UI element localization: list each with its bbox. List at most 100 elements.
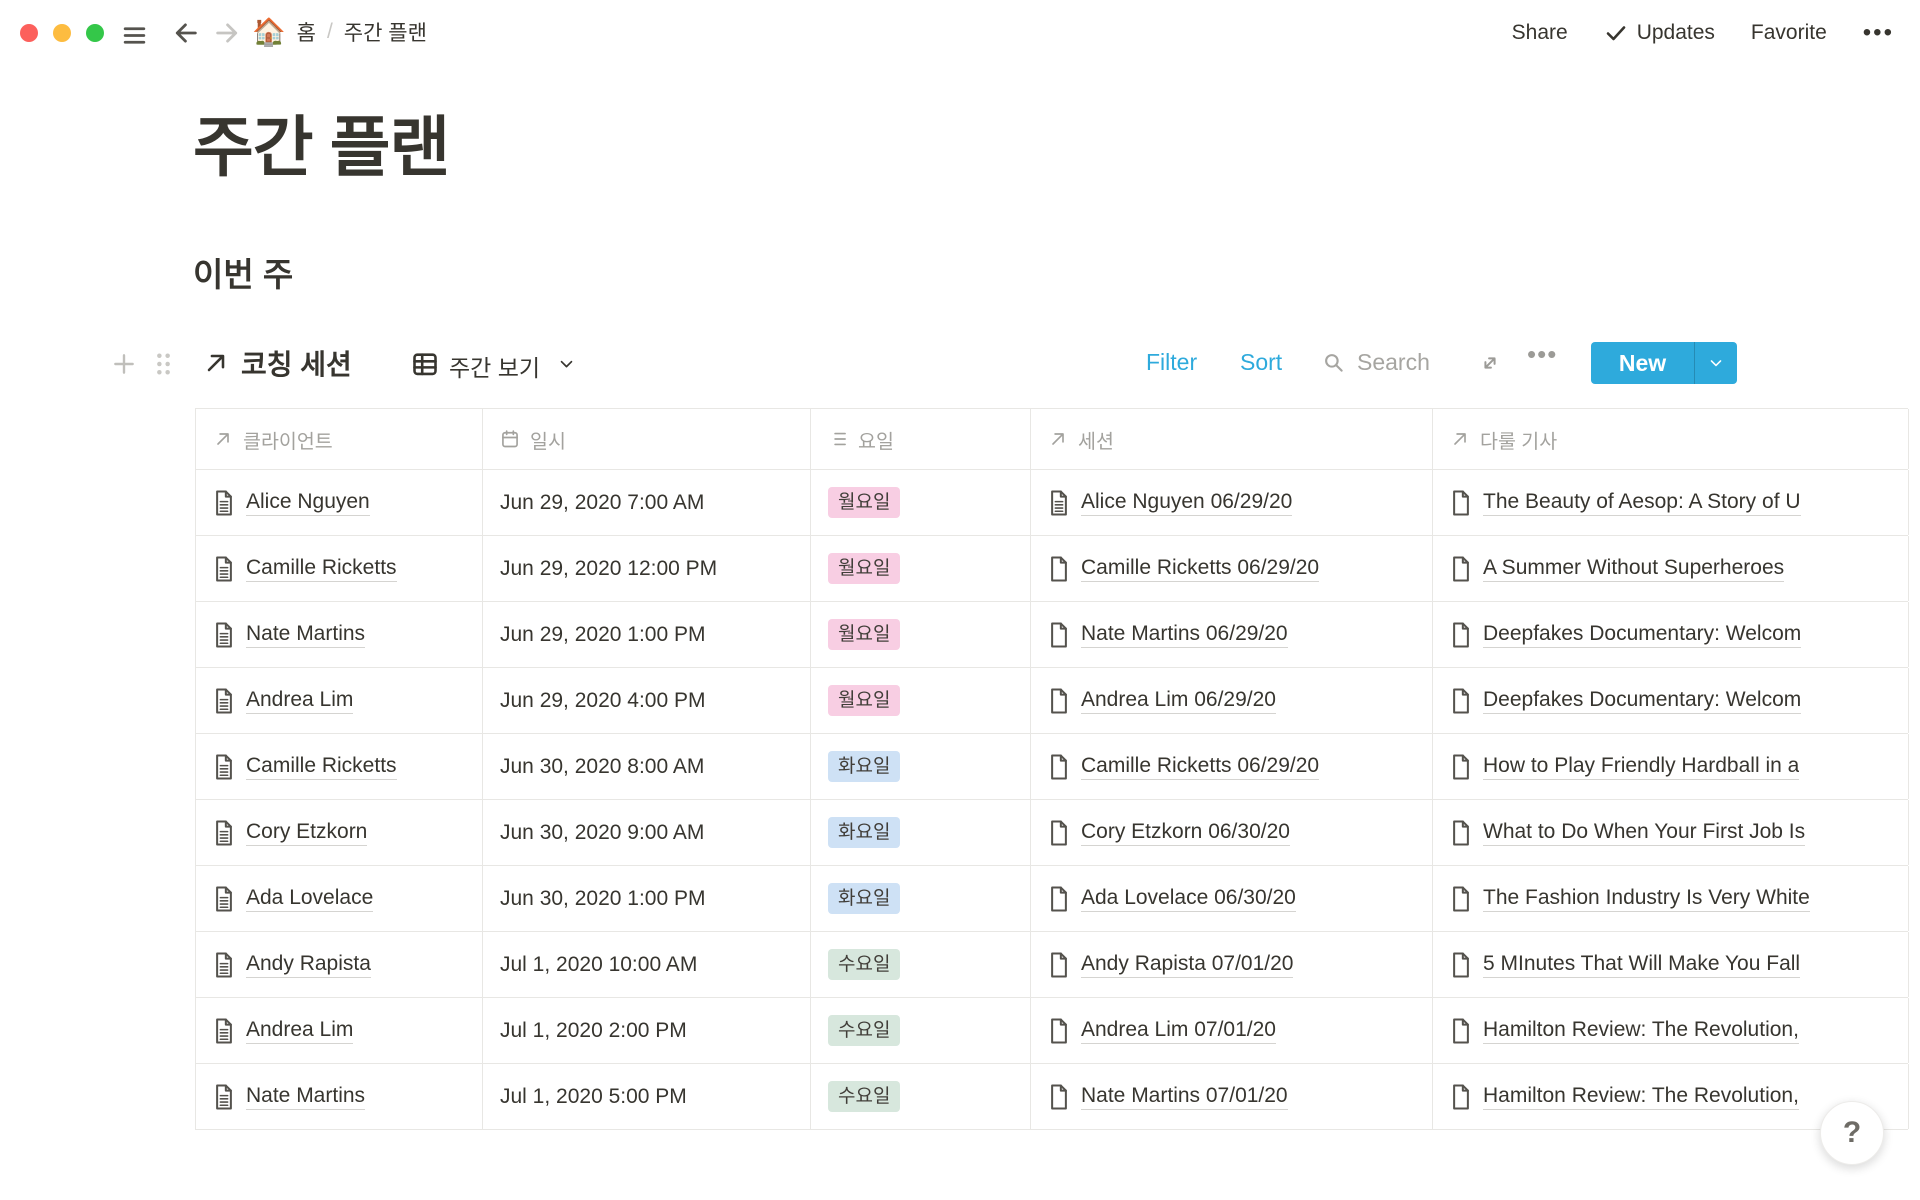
client-link[interactable]: Ada Lovelace [246,886,373,912]
day-cell[interactable]: 월요일 [811,602,1031,667]
view-selector[interactable]: 주간 보기 [449,349,540,383]
client-cell[interactable]: Andrea Lim [196,998,483,1063]
share-button[interactable]: Share [1512,21,1568,45]
article-link[interactable]: 5 MInutes That Will Make You Fall [1483,952,1800,978]
session-link[interactable]: Andrea Lim 06/29/20 [1081,688,1276,714]
day-cell[interactable]: 수요일 [811,998,1031,1063]
session-cell[interactable]: Nate Martins 06/29/20 [1031,602,1433,667]
article-link[interactable]: Hamilton Review: The Revolution, [1483,1084,1799,1110]
help-button[interactable]: ? [1820,1101,1884,1165]
collection-title[interactable]: 코칭 세션 [241,343,352,383]
client-link[interactable]: Cory Etzkorn [246,820,367,846]
traffic-light-close-button[interactable] [20,24,38,42]
forward-arrow-icon[interactable] [213,19,241,47]
sidebar-menu-icon[interactable] [121,23,148,48]
breadcrumb-home[interactable]: 홈 [297,17,316,47]
client-link[interactable]: Camille Ricketts [246,556,397,582]
client-cell[interactable]: Cory Etzkorn [196,800,483,865]
client-link[interactable]: Andrea Lim [246,1018,353,1044]
client-link[interactable]: Andy Rapista [246,952,371,978]
new-button[interactable]: New [1591,342,1737,384]
client-cell[interactable]: Nate Martins [196,1064,483,1129]
client-cell[interactable]: Camille Ricketts [196,536,483,601]
date-cell[interactable]: Jun 29, 2020 1:00 PM [483,602,811,667]
client-link[interactable]: Camille Ricketts [246,754,397,780]
session-cell[interactable]: Camille Ricketts 06/29/20 [1031,734,1433,799]
article-link[interactable]: The Fashion Industry Is Very White [1483,886,1810,912]
expand-icon[interactable] [1479,352,1501,374]
client-cell[interactable]: Andrea Lim [196,668,483,733]
day-cell[interactable]: 수요일 [811,1064,1031,1129]
column-header-article[interactable]: 다룰 기사 [1433,409,1909,469]
client-cell[interactable]: Ada Lovelace [196,866,483,931]
date-cell[interactable]: Jun 30, 2020 9:00 AM [483,800,811,865]
traffic-light-zoom-button[interactable] [86,24,104,42]
session-cell[interactable]: Andrea Lim 06/29/20 [1031,668,1433,733]
updates-button[interactable]: Updates [1604,21,1715,45]
article-link[interactable]: A Summer Without Superheroes [1483,556,1784,582]
day-cell[interactable]: 수요일 [811,932,1031,997]
new-button-dropdown[interactable] [1694,342,1737,384]
day-cell[interactable]: 화요일 [811,866,1031,931]
session-cell[interactable]: Andy Rapista 07/01/20 [1031,932,1433,997]
article-link[interactable]: Hamilton Review: The Revolution, [1483,1018,1799,1044]
client-link[interactable]: Nate Martins [246,1084,365,1110]
article-link[interactable]: Deepfakes Documentary: Welcom [1483,622,1801,648]
date-cell[interactable]: Jun 30, 2020 1:00 PM [483,866,811,931]
session-link[interactable]: Nate Martins 07/01/20 [1081,1084,1288,1110]
date-cell[interactable]: Jun 29, 2020 4:00 PM [483,668,811,733]
drag-handle-icon[interactable] [155,351,172,377]
date-cell[interactable]: Jun 30, 2020 8:00 AM [483,734,811,799]
session-link[interactable]: Cory Etzkorn 06/30/20 [1081,820,1290,846]
article-cell[interactable]: The Beauty of Aesop: A Story of U [1433,470,1909,535]
article-cell[interactable]: How to Play Friendly Hardball in a [1433,734,1909,799]
session-link[interactable]: Andrea Lim 07/01/20 [1081,1018,1276,1044]
client-cell[interactable]: Camille Ricketts [196,734,483,799]
session-link[interactable]: Camille Ricketts 06/29/20 [1081,754,1319,780]
column-header-client[interactable]: 클라이언트 [196,409,483,469]
date-cell[interactable]: Jun 29, 2020 12:00 PM [483,536,811,601]
date-cell[interactable]: Jul 1, 2020 10:00 AM [483,932,811,997]
session-link[interactable]: Andy Rapista 07/01/20 [1081,952,1293,978]
sort-button[interactable]: Sort [1240,349,1282,376]
session-cell[interactable]: Alice Nguyen 06/29/20 [1031,470,1433,535]
article-link[interactable]: How to Play Friendly Hardball in a [1483,754,1799,780]
date-cell[interactable]: Jun 29, 2020 7:00 AM [483,470,811,535]
session-link[interactable]: Alice Nguyen 06/29/20 [1081,490,1292,516]
article-link[interactable]: Deepfakes Documentary: Welcom [1483,688,1801,714]
article-link[interactable]: The Beauty of Aesop: A Story of U [1483,490,1801,516]
session-cell[interactable]: Camille Ricketts 06/29/20 [1031,536,1433,601]
add-block-plus-icon[interactable] [111,351,137,377]
session-link[interactable]: Ada Lovelace 06/30/20 [1081,886,1296,912]
new-button-label[interactable]: New [1591,342,1694,384]
session-link[interactable]: Camille Ricketts 06/29/20 [1081,556,1319,582]
session-cell[interactable]: Nate Martins 07/01/20 [1031,1064,1433,1129]
article-cell[interactable]: Deepfakes Documentary: Welcom [1433,668,1909,733]
client-link[interactable]: Andrea Lim [246,688,353,714]
column-header-day[interactable]: 요일 [811,409,1031,469]
article-cell[interactable]: A Summer Without Superheroes [1433,536,1909,601]
day-cell[interactable]: 월요일 [811,668,1031,733]
article-cell[interactable]: Deepfakes Documentary: Welcom [1433,602,1909,667]
article-cell[interactable]: What to Do When Your First Job Is [1433,800,1909,865]
session-cell[interactable]: Andrea Lim 07/01/20 [1031,998,1433,1063]
article-link[interactable]: What to Do When Your First Job Is [1483,820,1805,846]
day-cell[interactable]: 월요일 [811,470,1031,535]
traffic-light-minimize-button[interactable] [53,24,71,42]
filter-button[interactable]: Filter [1146,349,1197,376]
back-arrow-icon[interactable] [172,19,200,47]
client-link[interactable]: Nate Martins [246,622,365,648]
chevron-down-icon[interactable] [558,357,575,372]
session-cell[interactable]: Ada Lovelace 06/30/20 [1031,866,1433,931]
client-cell[interactable]: Alice Nguyen [196,470,483,535]
session-cell[interactable]: Cory Etzkorn 06/30/20 [1031,800,1433,865]
article-cell[interactable]: 5 MInutes That Will Make You Fall [1433,932,1909,997]
more-options-icon[interactable]: ••• [1863,21,1894,45]
client-cell[interactable]: Andy Rapista [196,932,483,997]
column-header-session[interactable]: 세션 [1031,409,1433,469]
day-cell[interactable]: 화요일 [811,734,1031,799]
date-cell[interactable]: Jul 1, 2020 5:00 PM [483,1064,811,1129]
column-header-date[interactable]: 일시 [483,409,811,469]
session-link[interactable]: Nate Martins 06/29/20 [1081,622,1288,648]
collection-more-icon[interactable]: ••• [1527,341,1557,367]
